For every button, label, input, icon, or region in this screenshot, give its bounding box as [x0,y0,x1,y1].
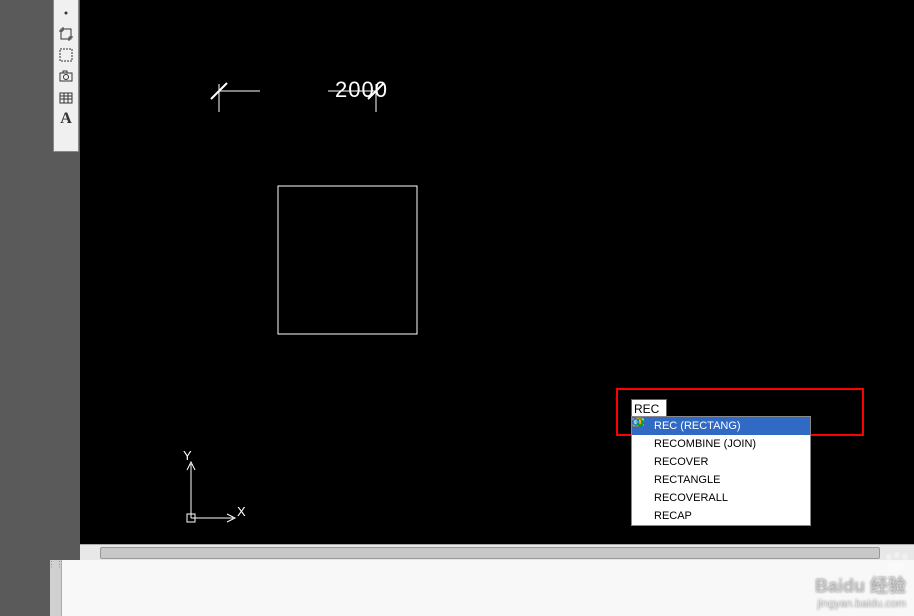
join-icon [635,437,649,451]
autocomplete-item-label: RECOMBINE (JOIN) [654,438,756,450]
drawing-canvas[interactable]: 2000 Y X REC (RECTANG) [80,0,914,544]
paw-icon [884,554,906,572]
autocomplete-item-rectangle[interactable]: RECTANGLE [632,471,810,489]
autocomplete-item-label: RECTANGLE [654,474,720,486]
autocomplete-item-rec[interactable]: REC (RECTANG) [632,417,810,435]
autocomplete-item-recover[interactable]: RECOVER [632,453,810,471]
recover-icon [635,455,649,469]
tool-text[interactable]: A [55,109,77,128]
autocomplete-item-label: RECOVER [654,456,708,468]
autocomplete-item-label: REC (RECTANG) [654,420,741,432]
app-root: A 2000 [0,0,914,616]
dimension-value: 2000 [335,77,388,103]
tool-crop[interactable] [55,24,77,43]
dynamic-input-box[interactable] [631,399,667,417]
blank-icon [635,473,649,487]
ucs-x-label: X [237,504,246,519]
tool-camera[interactable] [55,67,77,86]
autocomplete-item-recap[interactable]: RECAP [632,507,810,525]
command-panel-bg: ⋮⋮ [50,560,914,616]
autocomplete-list: REC (RECTANG) RECOMBINE (JOIN) RECOVER R… [631,416,811,526]
left-toolbar: A [53,0,79,152]
tool-point[interactable] [55,3,77,22]
tool-table[interactable] [55,88,77,107]
watermark-url: jingyan.baidu.com [817,598,906,610]
autocomplete-item-label: RECAP [654,510,692,522]
tool-blank[interactable] [55,131,77,150]
autocomplete-item-label: RECOVERALL [654,492,728,504]
watermark: Baidu 经验 jingyan.baidu.com [815,554,906,610]
ucs-icon: Y X [175,448,255,528]
ucs-y-label: Y [183,448,192,463]
autocomplete-item-recombine[interactable]: RECOMBINE (JOIN) [632,435,810,453]
tool-rect-select[interactable] [55,46,77,65]
recap-icon [635,509,649,523]
panel-grip[interactable]: ⋮⋮ [50,560,62,616]
watermark-brand: Baidu 经验 [815,576,906,596]
horizontal-scrollbar[interactable] [80,544,914,560]
scrollbar-thumb[interactable] [100,547,880,559]
dynamic-input[interactable] [632,401,666,417]
autocomplete-item-recoverall[interactable]: RECOVERALL [632,489,810,507]
recoverall-icon [635,491,649,505]
